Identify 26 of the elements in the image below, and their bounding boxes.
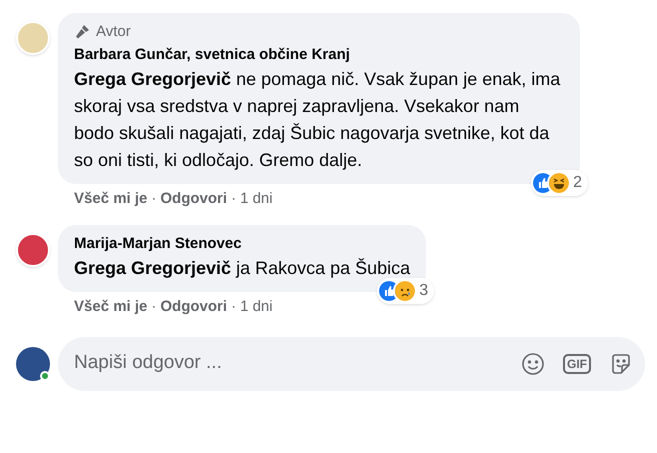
comment-time[interactable]: 1 dni (240, 188, 273, 210)
gif-button[interactable]: GIF (563, 354, 591, 374)
author-name[interactable]: Marija-Marjan Stenovec (74, 232, 410, 255)
separator-dot: · (151, 297, 156, 317)
reaction-count: 3 (419, 281, 428, 301)
sticker-icon[interactable] (609, 352, 633, 376)
author-label: Avtor (96, 22, 131, 42)
avatar[interactable] (16, 232, 50, 266)
separator-dot: · (231, 297, 236, 317)
separator-dot: · (151, 189, 156, 209)
reaction-summary[interactable]: 2 (531, 170, 588, 196)
reply-field[interactable]: Napiši odgovor ... GIF (58, 336, 645, 390)
reaction-count: 2 (573, 173, 582, 193)
avatar[interactable] (16, 346, 50, 380)
comment-text: Grega Gregorjevič ja Rakovca pa Šubica (74, 257, 410, 280)
separator-dot: · (231, 189, 236, 209)
reaction-summary[interactable]: 3 (377, 278, 434, 304)
microphone-icon (74, 24, 90, 40)
reply-link[interactable]: Odgovori (160, 188, 228, 210)
reply-link[interactable]: Odgovori (160, 296, 228, 318)
like-link[interactable]: Všeč mi je (74, 188, 148, 210)
comment-text: Grega Gregorjevič ne pomaga nič. Vsak župan je enak, ima skoraj vsa sredstva v naprej zapravljena. Vsekakor nam bodo skušali nagajati, zdaj Šubic nagovarja svetnike, kot da so oni tisti, ki odločajo. Gremo dalje. (74, 68, 562, 172)
author-name[interactable]: Barbara Gunčar, svetnica občine Kranj (74, 44, 564, 66)
comment-time[interactable]: 1 dni (240, 296, 273, 318)
like-link[interactable]: Všeč mi je (74, 296, 148, 318)
emoji-icon[interactable] (521, 352, 545, 376)
